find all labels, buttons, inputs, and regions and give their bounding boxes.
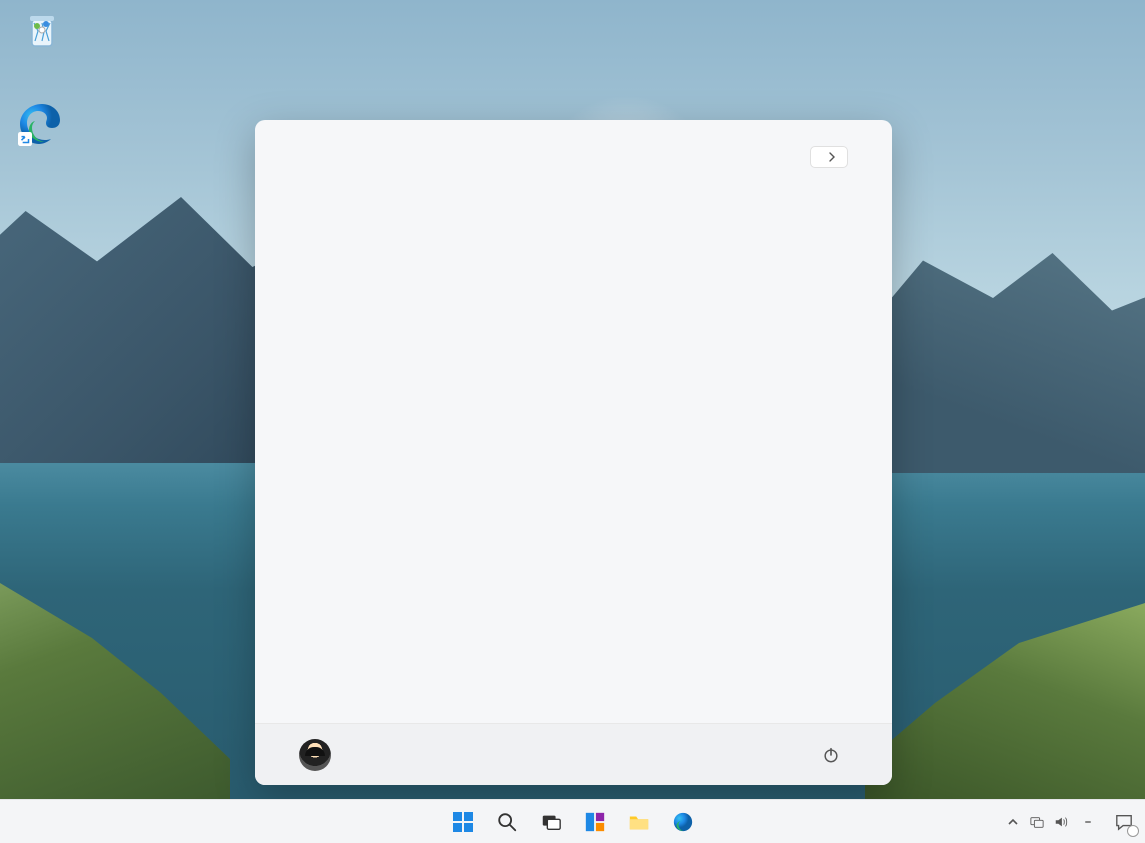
windows-logo-icon (451, 810, 475, 834)
volume-icon[interactable] (1053, 814, 1069, 830)
desktop (0, 0, 1145, 843)
taskbar-edge[interactable] (664, 803, 702, 841)
taskbar-start-button[interactable] (444, 803, 482, 841)
chevron-right-icon (827, 152, 837, 162)
avatar-icon (299, 739, 331, 771)
desktop-icon-edge[interactable] (4, 100, 80, 148)
power-icon (822, 746, 840, 764)
wallpaper-shore (0, 583, 230, 803)
start-menu (255, 120, 892, 785)
folder-icon (628, 811, 650, 833)
all-apps-button[interactable] (810, 146, 848, 168)
network-icon[interactable] (1029, 814, 1045, 830)
search-icon (496, 811, 518, 833)
wallpaper-shore (865, 603, 1145, 803)
taskbar-search-button[interactable] (488, 803, 526, 841)
taskbar (0, 799, 1145, 843)
edge-icon (20, 100, 64, 144)
taskbar-task-view-button[interactable] (532, 803, 570, 841)
desktop-icon-recycle-bin[interactable] (4, 8, 80, 56)
ime-mode-indicator[interactable] (1085, 821, 1091, 823)
taskbar-widgets-button[interactable] (576, 803, 614, 841)
recycle-bin-icon (20, 8, 64, 52)
widgets-icon (584, 811, 606, 833)
user-account-button[interactable] (299, 739, 343, 771)
tray-chevron-up-icon[interactable] (1005, 814, 1021, 830)
notification-badge (1127, 825, 1139, 837)
notification-center-button[interactable] (1111, 809, 1137, 835)
edge-icon (672, 811, 694, 833)
task-view-icon (540, 811, 562, 833)
power-button[interactable] (814, 738, 848, 772)
taskbar-file-explorer[interactable] (620, 803, 658, 841)
system-tray[interactable] (1005, 814, 1091, 830)
